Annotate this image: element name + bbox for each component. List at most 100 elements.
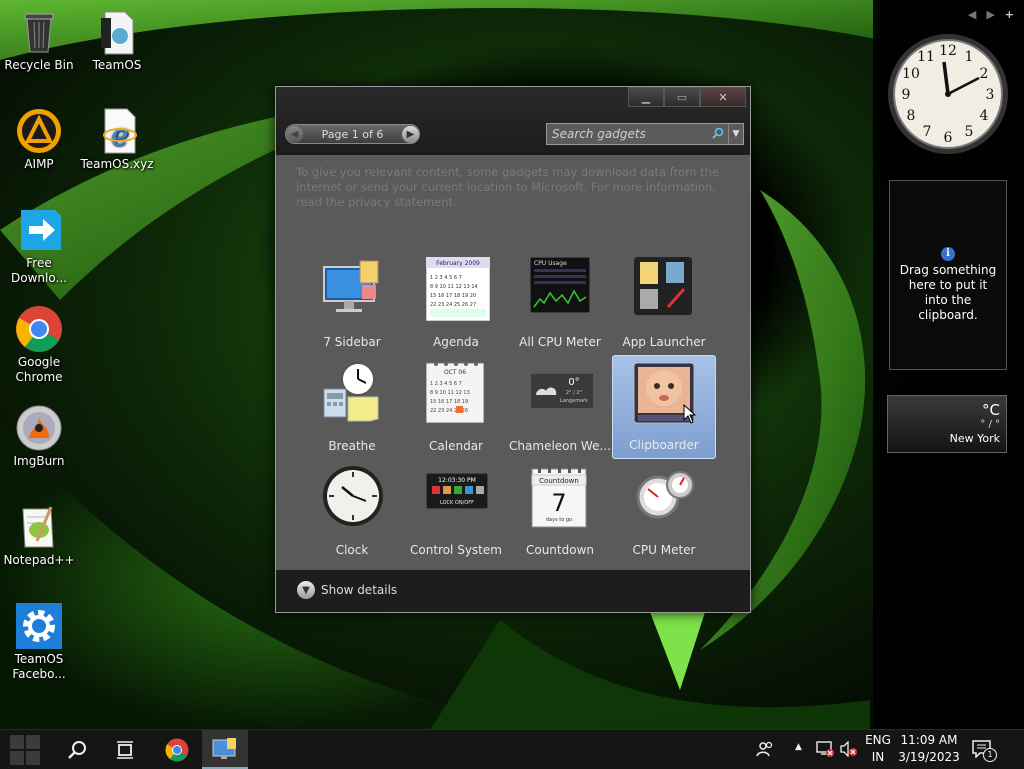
gadgets-icon — [212, 737, 236, 759]
search-icon — [68, 740, 86, 759]
gadget-name: App Launcher — [622, 335, 706, 349]
volume-muted-icon[interactable] — [840, 741, 858, 757]
chevron-left-icon[interactable]: ◀ — [968, 8, 976, 21]
desktop-icon-free-download[interactable]: Free Downlo... — [0, 206, 78, 286]
previous-page-button[interactable]: ◀ — [286, 125, 303, 143]
action-center-button[interactable]: 1 — [972, 740, 997, 762]
language-indicator[interactable]: ENG IN — [862, 732, 894, 766]
search-input[interactable]: Search gadgets — [547, 127, 712, 141]
chevron-right-icon: ▶ — [406, 128, 415, 140]
clock-tray[interactable]: 11:09 AM 3/19/2023 — [898, 732, 960, 766]
taskbar-chrome[interactable] — [154, 730, 200, 769]
desktop-icon-imgburn[interactable]: ImgBurn — [0, 404, 78, 469]
next-page-button[interactable]: ▶ — [401, 125, 419, 143]
control-system-gadget-icon: 12:03:30 PM LOCK ON/OFF — [425, 472, 489, 533]
gadget-tile[interactable]: Breathe — [300, 355, 404, 459]
gadget-tile[interactable]: 12:03:30 PM LOCK ON/OFF Control System — [404, 459, 508, 563]
gadget-grid: 7 Sidebar February 2009 1 2 3 4 5 6 7 8 9 … — [300, 251, 740, 563]
cpu-meter-gadget-icon — [634, 465, 694, 525]
desktop-icon-label: Recycle Bin — [4, 58, 74, 72]
gadget-name: Countdown — [525, 543, 594, 557]
gadget-tile[interactable]: 0° 2° / 2° Langemark Chameleon We... — [508, 355, 612, 459]
show-details-toggle[interactable]: ▼ Show details — [297, 581, 397, 599]
clock-date: 3/19/2023 — [898, 750, 960, 764]
close-button[interactable]: ✕ — [700, 87, 746, 107]
task-view-button[interactable] — [102, 730, 148, 769]
svg-text:7: 7 — [923, 124, 932, 140]
task-view-icon — [117, 740, 133, 759]
sidebar-nav: ◀ ▶ + — [968, 8, 1014, 21]
weather-gadget[interactable]: °C ° / ° New York — [887, 395, 1007, 453]
taskbar-gadgets[interactable] — [202, 730, 248, 769]
recycle-bin-icon — [15, 8, 63, 56]
gadget-tile[interactable]: OCT 06 1 2 3 4 5 6 7 8 9 10 11 12 13 15 16 … — [404, 355, 508, 459]
chevron-up-icon[interactable]: ▲ — [795, 742, 802, 752]
svg-text:1 2 3 4 5 6 7: 1 2 3 4 5 6 7 — [430, 275, 462, 281]
internet-explorer-icon: e — [93, 107, 141, 155]
desktop-icon-google-chrome[interactable]: Google Chrome — [0, 305, 78, 385]
desktop-icon-label: TeamOS.xyz — [80, 157, 154, 171]
svg-text:8 9 10 11 12 13 14: 8 9 10 11 12 13 14 — [430, 284, 478, 290]
desktop-icon-label: Google Chrome — [15, 355, 63, 384]
clipboard-hint: Drag something here to put it into the c… — [899, 263, 997, 322]
show-details-label: Show details — [321, 583, 398, 597]
chevron-right-icon[interactable]: ▶ — [986, 8, 994, 21]
svg-text:2: 2 — [980, 66, 989, 82]
svg-text:4: 4 — [980, 108, 989, 124]
file-icon — [93, 8, 141, 56]
clock-gadget[interactable]: 12 12 345 678 91011 — [886, 32, 1010, 156]
gadget-tile[interactable]: Clock — [300, 459, 404, 563]
weather-range: ° / ° — [980, 419, 1000, 430]
app-launcher-gadget-icon — [634, 257, 694, 317]
chevron-down-icon: ▼ — [297, 581, 315, 599]
gadget-tile[interactable]: CPU Usage All CPU Meter — [508, 251, 612, 355]
gadget-tile[interactable]: Countdown 7 days to go Countdown — [508, 459, 612, 563]
desktop-icon-aimp[interactable]: AIMP — [0, 107, 78, 172]
gadget-name: 7 Sidebar — [323, 335, 381, 349]
gallery-toolbar: ▁ ▭ ✕ ◀ Page 1 of 6 ▶ Search gadgets ▼ — [276, 87, 750, 155]
chrome-icon — [165, 738, 189, 761]
cpu-graph-gadget-icon: CPU Usage — [529, 256, 591, 317]
window-controls: ▁ ▭ ✕ — [628, 87, 746, 107]
gadget-tile[interactable]: 7 Sidebar — [300, 251, 404, 355]
svg-text:5: 5 — [965, 124, 974, 140]
desktop-icon-recycle-bin[interactable]: Recycle Bin — [0, 8, 78, 73]
search-button[interactable] — [54, 730, 100, 769]
gallery-footer: ▼ Show details — [276, 570, 750, 612]
gadget-tile[interactable]: February 2009 1 2 3 4 5 6 7 8 9 10 11 12 1… — [404, 251, 508, 355]
clipboarder-gadget[interactable]: i Drag something here to put it into the… — [889, 180, 1007, 370]
start-button[interactable] — [2, 730, 48, 769]
desktop-icon-teamos-xyz[interactable]: e TeamOS.xyz — [78, 107, 156, 172]
search-icon[interactable] — [712, 127, 728, 142]
gadget-tile[interactable]: App Launcher — [612, 251, 716, 355]
minimize-button[interactable]: ▁ — [628, 87, 664, 107]
svg-text:8: 8 — [907, 108, 916, 124]
weather-temp: 0° — [568, 377, 579, 388]
privacy-notice: To give you relevant content, some gadge… — [296, 165, 720, 209]
notepad-plus-plus-icon — [15, 503, 63, 551]
cpu-usage-title: CPU Usage — [534, 260, 567, 267]
maximize-icon: ▭ — [676, 90, 688, 104]
clock-time: 11:09 AM — [900, 733, 958, 747]
notification-count: 1 — [983, 748, 997, 762]
desktop-icon-teamos[interactable]: TeamOS — [78, 8, 156, 73]
gadget-name: Clipboarder — [629, 438, 699, 452]
desktop-icon-notepad-plus-plus[interactable]: Notepad++ — [0, 503, 78, 568]
search-dropdown-button[interactable]: ▼ — [728, 124, 743, 144]
weather-city: New York — [949, 432, 1000, 445]
desktop-icon-teamos-facebook[interactable]: TeamOS Facebo... — [0, 602, 78, 682]
maximize-button[interactable]: ▭ — [664, 87, 700, 107]
people-icon[interactable] — [756, 740, 774, 758]
gadget-tile-selected[interactable]: Clipboarder — [612, 355, 716, 459]
svg-text:1 2 3 4 5 6 7: 1 2 3 4 5 6 7 — [430, 381, 462, 387]
gadget-tile[interactable]: CPU Meter — [612, 459, 716, 563]
chevron-left-icon: ◀ — [290, 128, 299, 140]
add-gadget-icon[interactable]: + — [1005, 8, 1014, 21]
clock-gadget-icon — [322, 465, 383, 526]
control-time: 12:03:30 PM — [438, 477, 476, 484]
svg-text:1: 1 — [965, 49, 974, 65]
search-gadgets-box[interactable]: Search gadgets ▼ — [546, 123, 744, 145]
svg-text:12: 12 — [939, 43, 957, 59]
network-disconnected-icon[interactable] — [816, 741, 834, 757]
gadget-gallery-window: ▁ ▭ ✕ ◀ Page 1 of 6 ▶ Search gadgets ▼ T… — [275, 86, 751, 613]
